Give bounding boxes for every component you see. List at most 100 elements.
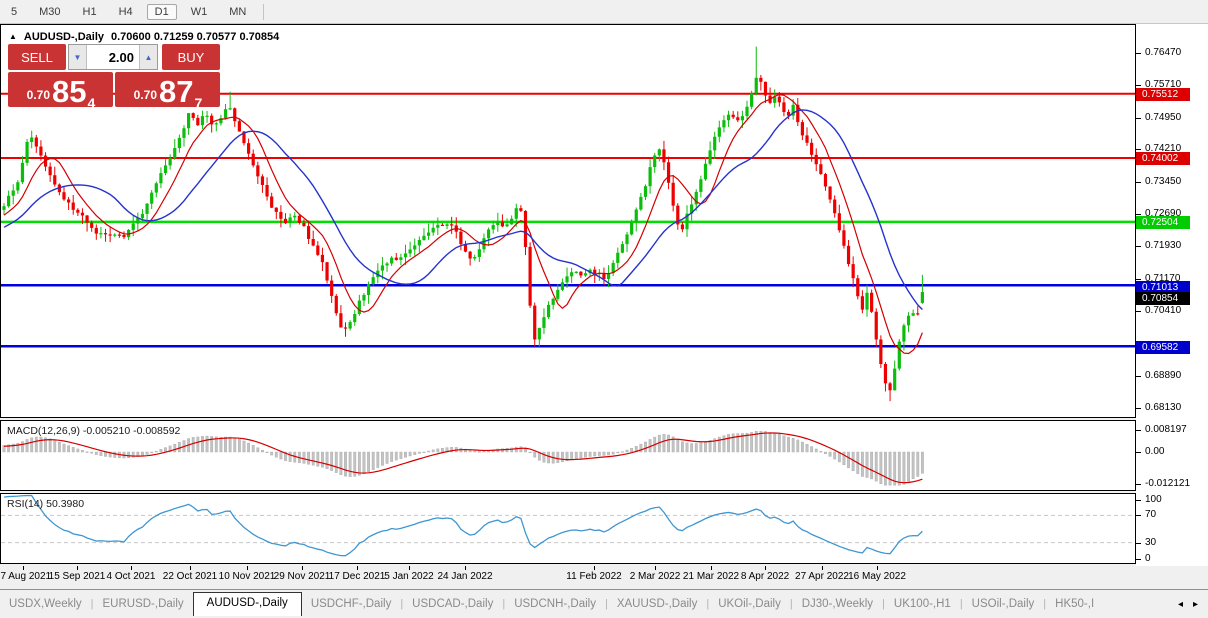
date-label: 16 May 2022: [848, 571, 906, 582]
date-tick-mark: [765, 566, 766, 570]
price-tick-label: 0.73450: [1145, 176, 1181, 188]
tab-xauusd-daily[interactable]: XAUUSD-,Daily: [608, 593, 707, 616]
sell-price-pip: 4: [88, 95, 96, 111]
date-tick-mark: [594, 566, 595, 570]
buy-button[interactable]: BUY: [162, 44, 220, 70]
macd-label: MACD(12,26,9) -0.005210 -0.008592: [7, 425, 180, 437]
rsi-tick-label: 30: [1145, 537, 1156, 549]
date-tick-mark: [131, 566, 132, 570]
sell-price-prefix: 0.70: [27, 88, 50, 102]
rsi-tick-mark: [1136, 559, 1141, 560]
collapse-one-click-icon[interactable]: ▲: [9, 32, 17, 41]
rsi-indicator-panel[interactable]: RSI(14) 50.3980: [0, 493, 1136, 564]
price-tick-label: 0.70410: [1145, 305, 1181, 317]
scroll-left-icon[interactable]: ◂: [1178, 599, 1183, 610]
price-tick-mark: [1136, 182, 1141, 183]
date-tick-mark: [190, 566, 191, 570]
tab-scroll-arrows: ◂▸: [1168, 599, 1208, 616]
scroll-right-icon[interactable]: ▸: [1193, 599, 1198, 610]
chart-ohlc-values: 0.70600 0.71259 0.70577 0.70854: [111, 31, 279, 43]
date-tick-mark: [409, 566, 410, 570]
price-level-badge: 0.75512: [1136, 88, 1190, 101]
buy-price-big: 87: [159, 77, 193, 107]
volume-increase-button[interactable]: ▲: [139, 45, 157, 69]
date-label: 22 Oct 2021: [163, 571, 217, 582]
price-tick-mark: [1136, 408, 1141, 409]
rsi-label: RSI(14) 50.3980: [7, 498, 84, 510]
tab-ukoil-daily[interactable]: UKOil-,Daily: [709, 593, 790, 616]
price-tick-label: 0.71930: [1145, 240, 1181, 252]
price-tick-label: 0.68890: [1145, 370, 1181, 382]
date-tick-mark: [357, 566, 358, 570]
timeframe-button-h1[interactable]: H1: [75, 4, 105, 20]
toolbar-separator: [263, 4, 264, 20]
timeframe-button-mn[interactable]: MN: [221, 4, 254, 20]
price-tick-label: 0.76470: [1145, 47, 1181, 59]
volume-input[interactable]: [87, 45, 139, 69]
price-tick-mark: [1136, 214, 1141, 215]
rsi-name: RSI(14): [7, 498, 43, 510]
rsi-tick-label: 100: [1145, 494, 1162, 506]
tab-usdcad-daily[interactable]: USDCAD-,Daily: [403, 593, 502, 616]
macd-tick-label: 0.008197: [1145, 424, 1187, 436]
macd-tick-mark: [1136, 484, 1141, 485]
macd-name: MACD(12,26,9): [7, 425, 80, 437]
price-tick-mark: [1136, 149, 1141, 150]
tab-dj30-weekly[interactable]: DJ30-,Weekly: [793, 593, 882, 616]
price-level-badge: 0.72504: [1136, 216, 1190, 229]
date-label: 8 Apr 2022: [741, 571, 789, 582]
rsi-canvas[interactable]: [1, 494, 1135, 563]
sell-button[interactable]: SELL: [8, 44, 66, 70]
buy-price-button[interactable]: 0.70 87 7: [115, 72, 220, 107]
macd-tick-mark: [1136, 430, 1141, 431]
tab-usoil-daily[interactable]: USOil-,Daily: [963, 593, 1044, 616]
date-tick-mark: [302, 566, 303, 570]
date-tick-mark: [877, 566, 878, 570]
tab-usdchf-daily[interactable]: USDCHF-,Daily: [302, 593, 401, 616]
one-click-trading-panel: SELL ▼ ▲ BUY 0.70 85 4 0.70 87 7: [8, 44, 220, 107]
price-level-badge: 0.69582: [1136, 341, 1190, 354]
date-label: 24 Jan 2022: [437, 571, 492, 582]
macd-tick-mark: [1136, 452, 1141, 453]
macd-tick-label: -0.012121: [1145, 478, 1190, 490]
macd-indicator-panel[interactable]: MACD(12,26,9) -0.005210 -0.008592: [0, 420, 1136, 491]
sell-price-button[interactable]: 0.70 85 4: [8, 72, 113, 107]
rsi-tick-label: 0: [1145, 553, 1151, 565]
buy-price-pip: 7: [195, 95, 203, 111]
chart-title: ▲ AUDUSD-,Daily 0.70600 0.71259 0.70577 …: [9, 31, 279, 43]
date-tick-mark: [247, 566, 248, 570]
tab-audusd-daily[interactable]: AUDUSD-,Daily: [193, 592, 302, 616]
price-tick-mark: [1136, 311, 1141, 312]
main-price-chart[interactable]: ▲ AUDUSD-,Daily 0.70600 0.71259 0.70577 …: [0, 24, 1136, 418]
date-axis[interactable]: 27 Aug 202115 Sep 20214 Oct 202122 Oct 2…: [0, 566, 1136, 587]
timeframe-toolbar: 5 M30 H1 H4 D1 W1 MN: [0, 0, 1208, 24]
price-tick-mark: [1136, 53, 1141, 54]
rsi-tick-mark: [1136, 543, 1141, 544]
date-tick-mark: [655, 566, 656, 570]
tab-usdx-weekly[interactable]: USDX,Weekly: [0, 593, 91, 616]
buy-price-prefix: 0.70: [134, 88, 157, 102]
tab-hk50-i[interactable]: HK50-,I: [1046, 593, 1103, 616]
timeframe-button-m30[interactable]: M30: [31, 4, 68, 20]
down-arrow-icon: ▼: [74, 53, 82, 62]
price-tick-mark: [1136, 118, 1141, 119]
date-label: 4 Oct 2021: [107, 571, 156, 582]
volume-decrease-button[interactable]: ▼: [69, 45, 87, 69]
rsi-tick-mark: [1136, 500, 1141, 501]
date-label: 29 Nov 2021: [274, 571, 331, 582]
tab-eurusd-daily[interactable]: EURUSD-,Daily: [94, 593, 193, 616]
date-label: 17 Dec 2021: [329, 571, 386, 582]
date-label: 5 Jan 2022: [384, 571, 434, 582]
tab-usdcnh-daily[interactable]: USDCNH-,Daily: [505, 593, 605, 616]
date-tick-mark: [465, 566, 466, 570]
timeframe-button-w1[interactable]: W1: [183, 4, 216, 20]
timeframe-button-h4[interactable]: H4: [111, 4, 141, 20]
tab-uk100-h1[interactable]: UK100-,H1: [885, 593, 960, 616]
date-tick-mark: [711, 566, 712, 570]
price-tick-label: 0.68130: [1145, 402, 1181, 414]
price-axis[interactable]: 0.764700.757100.749500.742100.734500.726…: [1136, 24, 1208, 566]
timeframe-button-d1[interactable]: D1: [147, 4, 177, 20]
date-tick-mark: [23, 566, 24, 570]
price-tick-mark: [1136, 279, 1141, 280]
timeframe-button-5[interactable]: 5: [3, 4, 25, 20]
